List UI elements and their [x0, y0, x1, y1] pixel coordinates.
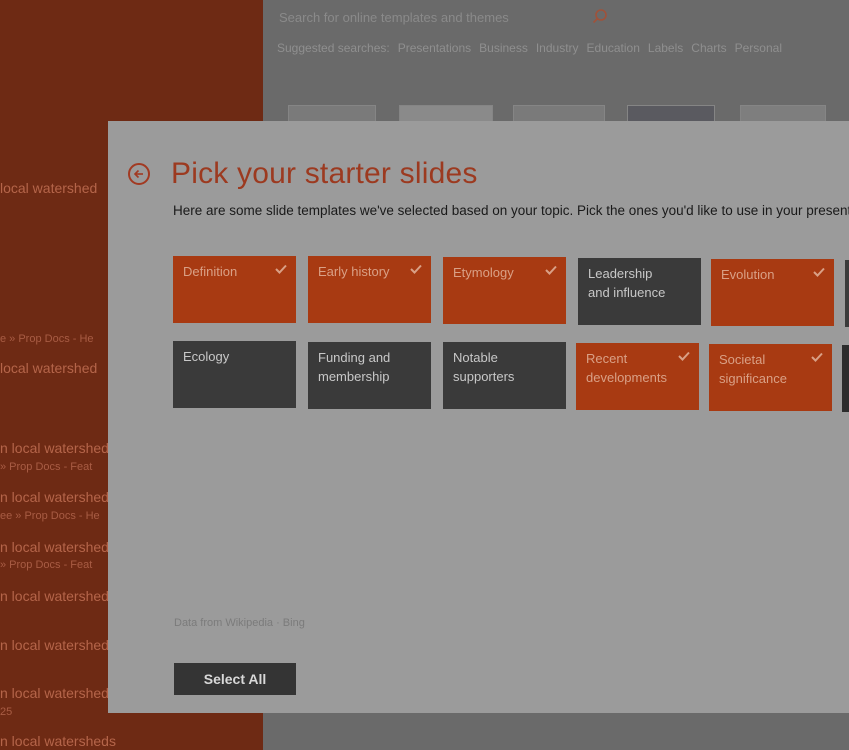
slide-tile-label: Evolution: [721, 267, 775, 282]
recent-item-title[interactable]: n local watershed: [0, 539, 109, 555]
slide-tile-leadership-and-influence[interactable]: Leadership and influence: [578, 258, 701, 325]
recent-item-path: » Prop Docs - Feat: [0, 559, 93, 571]
slide-tile-label: Leadership and influence: [588, 266, 666, 300]
suggested-search-link[interactable]: Presentations: [398, 41, 471, 55]
slide-tile-label: Definition: [183, 264, 238, 279]
recent-item-title[interactable]: n local watersheds: [0, 733, 116, 749]
recent-item-title[interactable]: n local watershed: [0, 637, 109, 653]
suggested-search-link[interactable]: Education: [587, 41, 640, 55]
dialog-description: Here are some slide templates we've sele…: [173, 203, 849, 218]
recent-item-title[interactable]: n local watershed: [0, 588, 109, 604]
slide-tile-partial[interactable]: [845, 260, 849, 327]
suggested-search-link[interactable]: Industry: [536, 41, 579, 55]
recent-item-title[interactable]: n local watershed: [0, 440, 109, 456]
suggested-search-link[interactable]: Charts: [691, 41, 726, 55]
slide-tile-etymology[interactable]: Etymology: [443, 257, 566, 324]
checkmark-icon: [275, 264, 287, 274]
slide-tile-societal-significance[interactable]: Societal significance: [709, 344, 832, 411]
search-input[interactable]: [279, 6, 579, 28]
slide-tile-partial[interactable]: [842, 345, 849, 412]
slide-tile-notable-supporters[interactable]: Notable supporters: [443, 342, 566, 409]
suggested-search-link[interactable]: Personal: [735, 41, 782, 55]
slide-tile-ecology[interactable]: Ecology: [173, 341, 296, 408]
slide-tile-evolution[interactable]: Evolution: [711, 259, 834, 326]
slide-tile-label: Notable supporters: [453, 350, 515, 384]
checkmark-icon: [545, 265, 557, 275]
search-icon[interactable]: [591, 8, 611, 28]
dialog-title: Pick your starter slides: [171, 157, 478, 190]
slide-tile-label: Funding and membership: [318, 350, 391, 384]
slide-tile-label: Early history: [318, 264, 390, 279]
recent-item-path: e » Prop Docs - He: [0, 333, 94, 345]
suggested-searches: Suggested searches: Presentations Busine…: [277, 41, 782, 55]
suggested-search-link[interactable]: Business: [479, 41, 528, 55]
checkmark-icon: [813, 267, 825, 277]
starter-slides-dialog: Pick your starter slides Here are some s…: [108, 121, 849, 713]
recent-item-path: ee » Prop Docs - He: [0, 510, 100, 522]
back-arrow-circle-icon[interactable]: [128, 163, 150, 185]
slide-tile-definition[interactable]: Definition: [173, 256, 296, 323]
recent-item-title[interactable]: local watershed: [0, 360, 97, 376]
checkmark-icon: [811, 352, 823, 362]
checkmark-icon: [410, 264, 422, 274]
recent-item-path: » Prop Docs - Feat: [0, 461, 93, 473]
slide-tile-funding-and-membership[interactable]: Funding and membership: [308, 342, 431, 409]
data-attribution: Data from Wikipedia · Bing: [174, 617, 305, 629]
recent-item-title[interactable]: n local watershed: [0, 685, 109, 701]
slide-tile-recent-developments[interactable]: Recent developments: [576, 343, 699, 410]
slide-tile-label: Recent developments: [586, 351, 667, 385]
slide-tile-label: Societal significance: [719, 352, 787, 386]
recent-item-title[interactable]: n local watershed: [0, 489, 109, 505]
slide-tile-early-history[interactable]: Early history: [308, 256, 431, 323]
suggested-searches-label: Suggested searches:: [277, 41, 390, 55]
slide-tile-label: Etymology: [453, 265, 514, 280]
select-all-button[interactable]: Select All: [174, 663, 296, 695]
recent-item-title[interactable]: local watershed: [0, 180, 97, 196]
recent-item-path: 25: [0, 706, 13, 718]
suggested-search-link[interactable]: Labels: [648, 41, 683, 55]
checkmark-icon: [678, 351, 690, 361]
search-box[interactable]: [279, 6, 609, 30]
slide-tile-label: Ecology: [183, 349, 230, 364]
